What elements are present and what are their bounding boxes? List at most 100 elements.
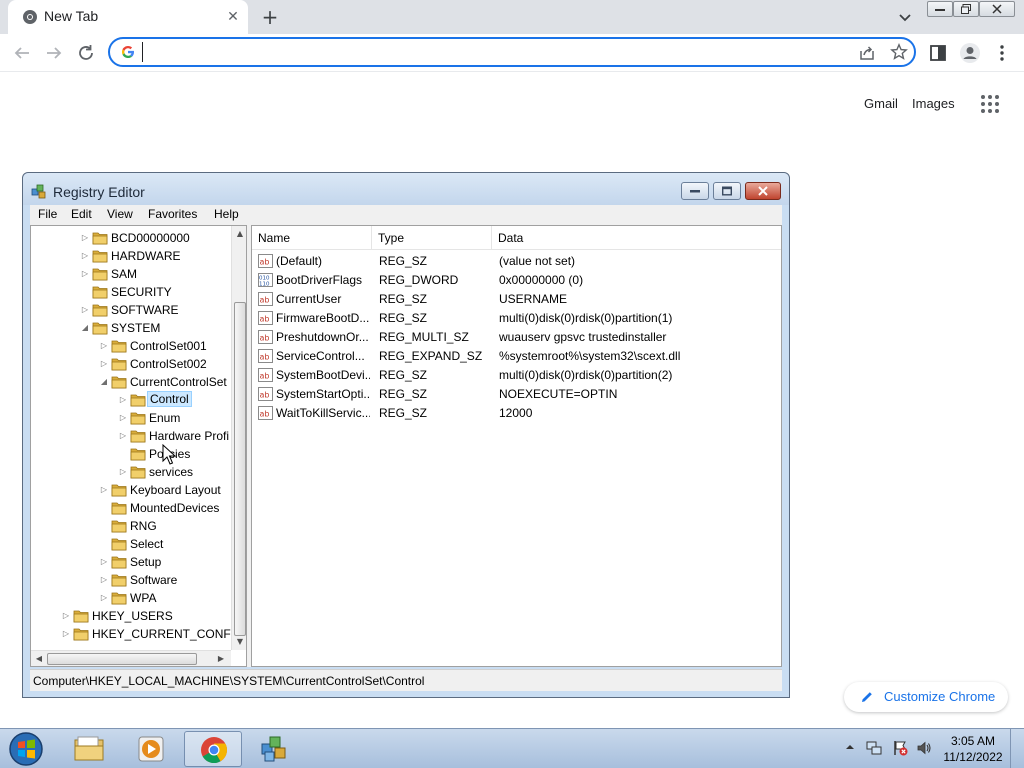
- tree-expander-icon[interactable]: [99, 521, 109, 531]
- value-row[interactable]: ab CurrentUser REG_SZ USERNAME: [252, 290, 781, 309]
- taskbar-chrome[interactable]: [184, 731, 242, 767]
- regedit-minimize-button[interactable]: [681, 182, 709, 200]
- tree-node-label: BCD00000000: [111, 231, 190, 245]
- value-type: REG_SZ: [379, 292, 428, 306]
- value-row[interactable]: ab (Default) REG_SZ (value not set): [252, 252, 781, 271]
- menu-view[interactable]: View: [107, 207, 133, 221]
- tab-close-icon[interactable]: ✕: [224, 8, 242, 26]
- tree-horizontal-scroll-thumb[interactable]: [47, 653, 197, 665]
- tree-node-label: HARDWARE: [111, 249, 181, 263]
- tree-vertical-scrollbar[interactable]: ▲ ▼: [231, 226, 246, 650]
- volume-speaker-icon[interactable]: [916, 740, 932, 756]
- tree-expander-icon[interactable]: ▷: [99, 341, 109, 351]
- window-close-button[interactable]: [979, 1, 1015, 17]
- tree-expander-icon[interactable]: ▷: [61, 629, 71, 639]
- key-tree-pane[interactable]: ▷ BCD00000000 ▷ HARDWARE ▷ SAM SECURITY ▷ SOFTWA…: [30, 225, 247, 667]
- taskbar-registry-editor[interactable]: [246, 731, 304, 767]
- tab-search-chevron-icon[interactable]: [895, 7, 915, 27]
- tree-expander-icon[interactable]: ▷: [80, 269, 90, 279]
- menu-file[interactable]: File: [38, 207, 57, 221]
- menu-edit[interactable]: Edit: [71, 207, 92, 221]
- registry-editor-titlebar[interactable]: Registry Editor: [23, 173, 789, 205]
- window-restore-button[interactable]: [953, 1, 979, 17]
- reload-icon[interactable]: [74, 41, 98, 65]
- window-minimize-button[interactable]: [927, 1, 953, 17]
- customize-chrome-button[interactable]: Customize Chrome: [844, 682, 1008, 712]
- tree-expander-icon[interactable]: ▷: [118, 431, 128, 441]
- taskbar-file-explorer[interactable]: [60, 731, 118, 767]
- string-value-icon: ab: [258, 349, 273, 363]
- scroll-down-arrow-icon[interactable]: ▼: [232, 634, 246, 650]
- taskbar-clock-date[interactable]: 11/12/2022: [940, 750, 1006, 764]
- forward-arrow-icon[interactable]: [42, 41, 66, 65]
- tree-expander-icon[interactable]: ▷: [80, 233, 90, 243]
- show-desktop-button[interactable]: [1010, 729, 1024, 768]
- back-arrow-icon[interactable]: [10, 41, 34, 65]
- regedit-close-button[interactable]: [745, 182, 781, 200]
- tree-expander-icon[interactable]: [99, 539, 109, 549]
- gmail-link[interactable]: Gmail: [864, 96, 898, 111]
- scroll-up-arrow-icon[interactable]: ▲: [232, 226, 246, 242]
- images-link[interactable]: Images: [912, 96, 955, 111]
- value-row[interactable]: ab ServiceControl... REG_EXPAND_SZ %systemr…: [252, 347, 781, 366]
- side-panel-icon[interactable]: [926, 41, 950, 65]
- bookmark-star-icon[interactable]: [890, 43, 908, 61]
- value-row[interactable]: ab PreshutdownOr... REG_MULTI_SZ wuauserv g…: [252, 328, 781, 347]
- tree-expander-icon[interactable]: [80, 287, 90, 297]
- scroll-right-arrow-icon[interactable]: ▶: [213, 651, 229, 666]
- tree-expander-icon[interactable]: [99, 503, 109, 513]
- column-header-data[interactable]: Data: [492, 226, 781, 250]
- windows-start-orb-icon[interactable]: [6, 730, 46, 768]
- omnibox-input[interactable]: [142, 42, 822, 62]
- menu-favorites[interactable]: Favorites: [148, 207, 197, 221]
- taskbar-media-player[interactable]: [122, 731, 180, 767]
- regedit-maximize-button[interactable]: [713, 182, 741, 200]
- value-name: SystemStartOpti...: [276, 387, 370, 401]
- value-data: multi(0)disk(0)rdisk(0)partition(2): [499, 368, 673, 382]
- tree-expander-icon[interactable]: ▷: [99, 485, 109, 495]
- google-apps-grid-icon[interactable]: [980, 94, 1000, 114]
- value-row[interactable]: ab WaitToKillServic... REG_SZ 12000: [252, 404, 781, 423]
- values-list-pane[interactable]: Name Type Data ab (Default) REG_SZ (value n…: [251, 225, 782, 667]
- tab-new-tab[interactable]: New Tab ✕: [8, 0, 248, 34]
- browser-toolbar: [0, 34, 1024, 72]
- registry-editor-icon: [261, 736, 286, 762]
- tree-expander-icon[interactable]: ▷: [99, 575, 109, 585]
- value-row[interactable]: 010 110 BootDriverFlags REG_DWORD 0x00000000…: [252, 271, 781, 290]
- tree-expander-icon[interactable]: ▷: [118, 395, 128, 405]
- address-bar[interactable]: [108, 37, 916, 67]
- value-row[interactable]: ab SystemBootDevi... REG_SZ multi(0)disk(0)…: [252, 366, 781, 385]
- menu-help[interactable]: Help: [214, 207, 239, 221]
- folder-icon: [130, 412, 146, 425]
- show-hidden-icons-icon[interactable]: [844, 741, 856, 753]
- scroll-left-arrow-icon[interactable]: ◀: [31, 651, 47, 666]
- tree-expander-icon[interactable]: ▷: [80, 305, 90, 315]
- tree-expander-icon[interactable]: ▷: [118, 413, 128, 423]
- value-type: REG_DWORD: [379, 273, 459, 287]
- tree-expander-icon[interactable]: ▷: [61, 611, 71, 621]
- share-icon[interactable]: [858, 44, 876, 62]
- registry-editor-body: ▷ BCD00000000 ▷ HARDWARE ▷ SAM SECURITY ▷ SOFTWA…: [30, 225, 782, 667]
- tree-vertical-scroll-thumb[interactable]: [234, 302, 246, 636]
- tree-expander-icon[interactable]: ▷: [99, 359, 109, 369]
- tree-expander-icon[interactable]: [118, 449, 128, 459]
- tree-expander-icon[interactable]: ▷: [80, 251, 90, 261]
- tree-expander-icon[interactable]: ▷: [99, 557, 109, 567]
- tree-expander-icon[interactable]: ◢: [99, 377, 109, 387]
- new-tab-button[interactable]: +: [258, 5, 282, 29]
- value-type: REG_SZ: [379, 254, 428, 268]
- column-header-type[interactable]: Type: [372, 226, 492, 250]
- value-row[interactable]: ab SystemStartOpti... REG_SZ NOEXECUTE=OPT…: [252, 385, 781, 404]
- tree-expander-icon[interactable]: ◢: [80, 323, 90, 333]
- value-row[interactable]: ab FirmwareBootD... REG_SZ multi(0)disk(0)r…: [252, 309, 781, 328]
- tree-node-label: Setup: [130, 555, 162, 569]
- taskbar-clock-time[interactable]: 3:05 AM: [948, 734, 998, 748]
- kebab-menu-icon[interactable]: [990, 41, 1014, 65]
- column-header-name[interactable]: Name: [252, 226, 372, 250]
- profile-avatar-icon[interactable]: [958, 41, 982, 65]
- tree-horizontal-scrollbar[interactable]: ◀ ▶: [31, 650, 231, 666]
- tree-expander-icon[interactable]: ▷: [118, 467, 128, 477]
- tree-expander-icon[interactable]: ▷: [99, 593, 109, 603]
- network-icon[interactable]: [866, 740, 882, 756]
- action-center-flag-icon[interactable]: [892, 740, 908, 756]
